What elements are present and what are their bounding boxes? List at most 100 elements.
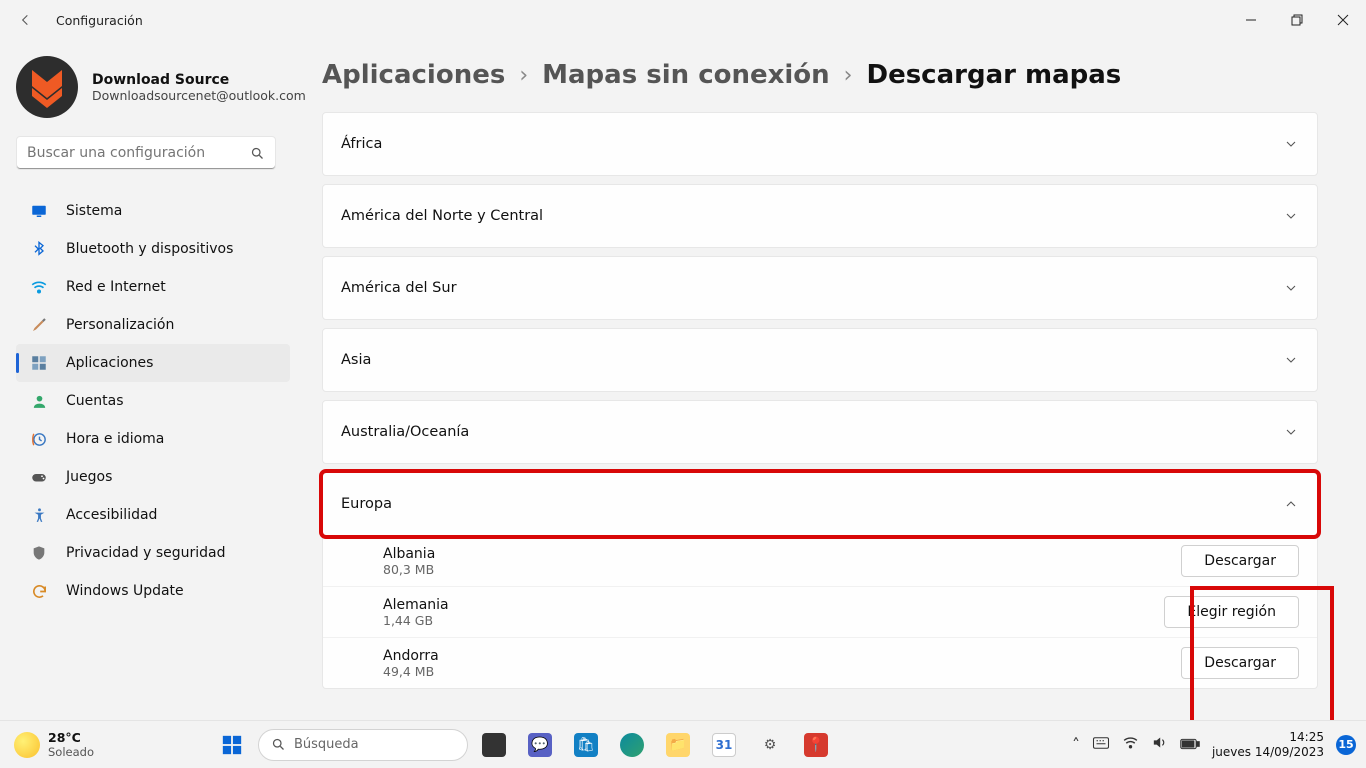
table-row: Alemania 1,44 GB Elegir región [323,586,1317,637]
minimize-button[interactable] [1228,0,1274,40]
weather-desc: Soleado [48,745,94,759]
continent-label: Europa [341,496,392,512]
breadcrumb-current: Descargar mapas [866,60,1121,90]
back-icon[interactable] [18,12,34,28]
avatar [16,56,78,118]
paintbrush-icon [30,316,48,334]
sidebar-item-label: Personalización [66,317,174,333]
chevron-right-icon: › [519,63,528,88]
choose-region-button[interactable]: Elegir región [1164,596,1299,628]
sidebar-item-label: Windows Update [66,583,184,599]
country-name: Alemania [383,597,449,613]
close-button[interactable] [1320,0,1366,40]
continent-africa[interactable]: África [322,112,1318,176]
sidebar-item-juegos[interactable]: Juegos [16,458,290,496]
continent-australia[interactable]: Australia/Oceanía [322,400,1318,464]
titlebar: Configuración [0,0,1366,40]
country-size: 49,4 MB [383,664,439,679]
maximize-button[interactable] [1274,0,1320,40]
sidebar-item-cuentas[interactable]: Cuentas [16,382,290,420]
taskbar-center: Búsqueda 💬 🛍 📁 31 ⚙ 📍 [212,725,836,765]
continent-europa[interactable]: Europa [322,472,1318,536]
accessibility-icon [30,506,48,524]
sidebar-item-label: Aplicaciones [66,355,153,371]
sidebar-item-aplicaciones[interactable]: Aplicaciones [16,344,290,382]
sidebar-item-sistema[interactable]: Sistema [16,192,290,230]
apps-icon [30,354,48,372]
account-name: Download Source [92,72,306,88]
person-icon [30,392,48,410]
continent-label: América del Sur [341,280,457,296]
taskbar-clock[interactable]: 14:25 jueves 14/09/2023 [1212,730,1324,759]
taskbar: 28°C Soleado Búsqueda 💬 🛍 📁 31 ⚙ 📍 ˄ 14:… [0,720,1366,768]
store-button[interactable]: 🛍 [566,725,606,765]
account-block[interactable]: Download Source Downloadsourcenet@outloo… [16,56,290,118]
update-icon [30,582,48,600]
window-controls [1228,0,1366,40]
taskview-button[interactable] [474,725,514,765]
volume-icon[interactable] [1151,734,1168,755]
europa-country-list: Albania 80,3 MB Descargar Alemania 1,44 … [322,536,1318,689]
breadcrumb-aplicaciones[interactable]: Aplicaciones [322,60,505,90]
chevron-right-icon: › [844,63,853,88]
clock-icon [30,430,48,448]
edge-button[interactable] [612,725,652,765]
country-name: Albania [383,546,435,562]
sidebar-item-personalizacion[interactable]: Personalización [16,306,290,344]
weather-temp: 28°C [48,730,94,745]
battery-icon[interactable] [1180,735,1200,754]
sidebar-item-privacidad[interactable]: Privacidad y seguridad [16,534,290,572]
table-row: Andorra 49,4 MB Descargar [323,637,1317,688]
continent-label: Australia/Oceanía [341,424,469,440]
chevron-down-icon [1283,208,1299,224]
explorer-button[interactable]: 📁 [658,725,698,765]
sidebar-item-bluetooth[interactable]: Bluetooth y dispositivos [16,230,290,268]
chevron-down-icon [1283,280,1299,296]
breadcrumb-mapas[interactable]: Mapas sin conexión [542,60,830,90]
country-size: 1,44 GB [383,613,449,628]
taskbar-search-placeholder: Búsqueda [294,737,359,752]
table-row: Albania 80,3 MB Descargar [323,536,1317,586]
sidebar-item-label: Juegos [66,469,112,485]
sidebar-item-label: Hora e idioma [66,431,164,447]
settings-button[interactable]: ⚙ [750,725,790,765]
sun-icon [14,732,40,758]
search-icon [250,146,265,161]
download-button[interactable]: Descargar [1181,647,1299,679]
maps-button[interactable]: 📍 [796,725,836,765]
sidebar-item-label: Sistema [66,203,122,219]
chevron-up-icon [1283,496,1299,512]
chevron-down-icon [1283,352,1299,368]
taskbar-weather[interactable]: 28°C Soleado [14,730,94,759]
shield-icon [30,544,48,562]
taskbar-search[interactable]: Búsqueda [258,729,468,761]
window-title: Configuración [56,13,143,28]
sidebar-item-windowsupdate[interactable]: Windows Update [16,572,290,610]
chevron-down-icon [1283,136,1299,152]
sidebar-item-red[interactable]: Red e Internet [16,268,290,306]
continent-label: África [341,136,382,152]
system-tray: ˄ 14:25 jueves 14/09/2023 15 [1072,730,1366,759]
continent-america-norte[interactable]: América del Norte y Central [322,184,1318,248]
start-button[interactable] [212,725,252,765]
continent-label: América del Norte y Central [341,208,543,224]
sidebar-item-label: Privacidad y seguridad [66,545,226,561]
sidebar-item-accesibilidad[interactable]: Accesibilidad [16,496,290,534]
tray-overflow-icon[interactable]: ˄ [1072,735,1080,754]
chat-button[interactable]: 💬 [520,725,560,765]
wifi-icon[interactable] [1122,734,1139,755]
account-email: Downloadsourcenet@outlook.com [92,88,306,103]
sidebar-item-label: Cuentas [66,393,124,409]
continent-asia[interactable]: Asia [322,328,1318,392]
search-box[interactable] [16,136,276,170]
sidebar-item-label: Red e Internet [66,279,166,295]
country-size: 80,3 MB [383,562,435,577]
calendar-button[interactable]: 31 [704,725,744,765]
sidebar-item-label: Bluetooth y dispositivos [66,241,233,257]
continent-america-sur[interactable]: América del Sur [322,256,1318,320]
download-button[interactable]: Descargar [1181,545,1299,577]
keyboard-icon[interactable] [1092,735,1110,754]
sidebar-item-hora[interactable]: Hora e idioma [16,420,290,458]
notification-badge[interactable]: 15 [1336,735,1356,755]
search-input[interactable] [27,145,250,161]
